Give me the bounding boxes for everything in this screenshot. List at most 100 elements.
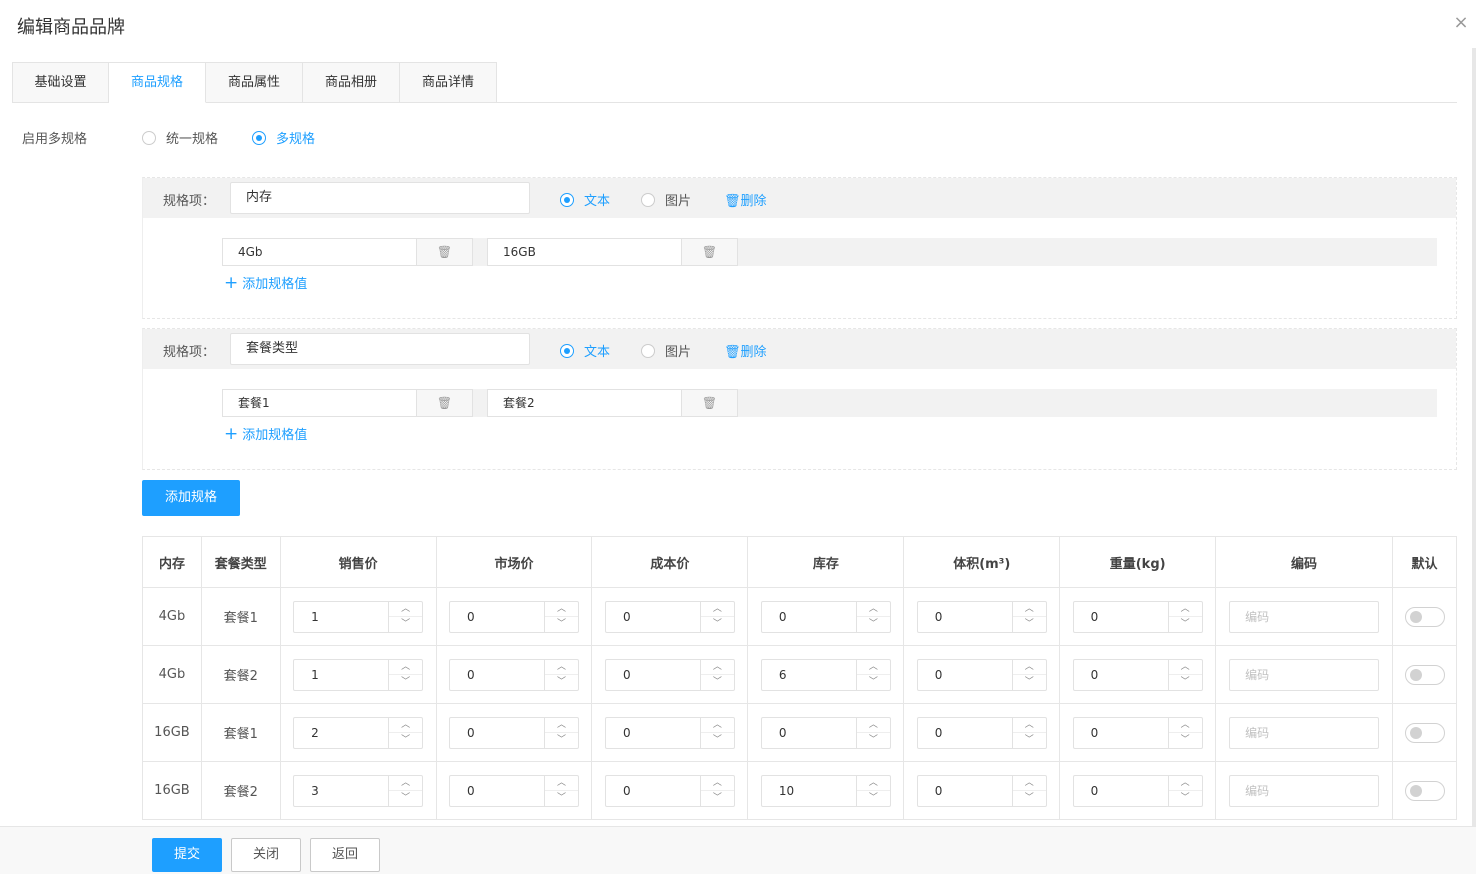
default-toggle[interactable] xyxy=(1404,664,1445,685)
chevron-down-icon[interactable]: ﹀ xyxy=(1013,675,1046,690)
delete-spec-link[interactable]: 🗑删除 xyxy=(724,190,767,209)
chevron-down-icon[interactable]: ﹀ xyxy=(701,791,734,806)
volume-input[interactable]: 0 ︿ ﹀ xyxy=(916,774,1047,807)
stock-input[interactable]: 0 ︿ ﹀ xyxy=(760,716,891,749)
tab-basic-settings[interactable]: 基础设置 xyxy=(12,62,109,103)
cost-price-input[interactable]: 0 ︿ ﹀ xyxy=(604,716,735,749)
spec-value-input[interactable]: 套餐1 xyxy=(222,389,417,417)
chevron-up-icon[interactable]: ︿ xyxy=(1168,602,1202,617)
chevron-up-icon[interactable]: ︿ xyxy=(389,776,423,791)
chevron-up-icon[interactable]: ︿ xyxy=(389,718,423,733)
chevron-up-icon[interactable]: ︿ xyxy=(389,660,423,675)
stock-input[interactable]: 10 ︿ ﹀ xyxy=(760,774,891,807)
chevron-up-icon[interactable]: ︿ xyxy=(1012,660,1046,675)
chevron-up-icon[interactable]: ︿ xyxy=(856,602,890,617)
spec-name-input[interactable]: 内存 xyxy=(230,182,530,214)
chevron-down-icon[interactable]: ﹀ xyxy=(857,675,890,690)
volume-input[interactable]: 0 ︿ ﹀ xyxy=(916,658,1047,691)
trash-icon[interactable]: 🗑 xyxy=(682,238,738,266)
chevron-down-icon[interactable]: ﹀ xyxy=(1013,617,1046,632)
chevron-down-icon[interactable]: ﹀ xyxy=(701,733,734,748)
volume-input[interactable]: 0 ︿ ﹀ xyxy=(916,600,1047,633)
chevron-down-icon[interactable]: ﹀ xyxy=(857,733,890,748)
chevron-up-icon[interactable]: ︿ xyxy=(545,776,579,791)
sale-price-input[interactable]: 1 ︿ ﹀ xyxy=(293,600,424,633)
weight-input[interactable]: 0 ︿ ﹀ xyxy=(1072,600,1203,633)
code-input[interactable]: 编码 xyxy=(1229,658,1380,691)
add-spec-value-link[interactable]: + 添加规格值 xyxy=(224,424,307,444)
chevron-up-icon[interactable]: ︿ xyxy=(545,660,579,675)
chevron-down-icon[interactable]: ﹀ xyxy=(545,675,578,690)
cost-price-input[interactable]: 0 ︿ ﹀ xyxy=(604,774,735,807)
chevron-down-icon[interactable]: ﹀ xyxy=(1013,791,1046,806)
chevron-up-icon[interactable]: ︿ xyxy=(856,718,890,733)
chevron-up-icon[interactable]: ︿ xyxy=(545,602,579,617)
chevron-down-icon[interactable]: ﹀ xyxy=(545,617,578,632)
radio-type-text[interactable]: 文本 xyxy=(560,190,610,209)
chevron-up-icon[interactable]: ︿ xyxy=(700,776,734,791)
chevron-down-icon[interactable]: ﹀ xyxy=(1169,617,1202,632)
volume-input[interactable]: 0 ︿ ﹀ xyxy=(916,716,1047,749)
chevron-down-icon[interactable]: ﹀ xyxy=(389,675,422,690)
sale-price-input[interactable]: 1 ︿ ﹀ xyxy=(293,658,424,691)
sale-price-input[interactable]: 2 ︿ ﹀ xyxy=(293,716,424,749)
radio-type-image[interactable]: 图片 xyxy=(641,190,691,209)
code-input[interactable]: 编码 xyxy=(1229,716,1380,749)
radio-unified-spec[interactable]: 统一规格 xyxy=(142,128,218,147)
weight-input[interactable]: 0 ︿ ﹀ xyxy=(1072,716,1203,749)
scrollbar[interactable] xyxy=(1472,48,1476,828)
chevron-down-icon[interactable]: ﹀ xyxy=(857,791,890,806)
spec-value-input[interactable]: 4Gb xyxy=(222,238,417,266)
spec-value-input[interactable]: 套餐2 xyxy=(487,389,682,417)
trash-icon[interactable]: 🗑 xyxy=(417,238,473,266)
chevron-up-icon[interactable]: ︿ xyxy=(545,718,579,733)
tab-product-specs[interactable]: 商品规格 xyxy=(109,62,206,103)
tab-product-attributes[interactable]: 商品属性 xyxy=(206,62,303,103)
close-icon[interactable]: × xyxy=(1452,14,1470,32)
default-toggle[interactable] xyxy=(1404,722,1445,743)
trash-icon[interactable]: 🗑 xyxy=(682,389,738,417)
chevron-up-icon[interactable]: ︿ xyxy=(1168,718,1202,733)
chevron-down-icon[interactable]: ﹀ xyxy=(1169,675,1202,690)
chevron-up-icon[interactable]: ︿ xyxy=(1168,660,1202,675)
chevron-up-icon[interactable]: ︿ xyxy=(1012,718,1046,733)
market-price-input[interactable]: 0 ︿ ﹀ xyxy=(449,774,580,807)
radio-type-image[interactable]: 图片 xyxy=(641,341,691,360)
chevron-up-icon[interactable]: ︿ xyxy=(700,718,734,733)
radio-type-text[interactable]: 文本 xyxy=(560,341,610,360)
chevron-up-icon[interactable]: ︿ xyxy=(1168,776,1202,791)
radio-multi-spec[interactable]: 多规格 xyxy=(252,128,315,147)
chevron-down-icon[interactable]: ﹀ xyxy=(389,617,422,632)
weight-input[interactable]: 0 ︿ ﹀ xyxy=(1072,774,1203,807)
chevron-down-icon[interactable]: ﹀ xyxy=(857,617,890,632)
delete-spec-link[interactable]: 🗑删除 xyxy=(724,341,767,360)
market-price-input[interactable]: 0 ︿ ﹀ xyxy=(449,658,580,691)
close-button[interactable]: 关闭 xyxy=(231,838,301,872)
stock-input[interactable]: 6 ︿ ﹀ xyxy=(760,658,891,691)
trash-icon[interactable]: 🗑 xyxy=(417,389,473,417)
stock-input[interactable]: 0 ︿ ﹀ xyxy=(760,600,891,633)
sale-price-input[interactable]: 3 ︿ ﹀ xyxy=(293,774,424,807)
chevron-up-icon[interactable]: ︿ xyxy=(700,660,734,675)
chevron-up-icon[interactable]: ︿ xyxy=(1012,602,1046,617)
submit-button[interactable]: 提交 xyxy=(152,838,222,872)
chevron-up-icon[interactable]: ︿ xyxy=(856,776,890,791)
chevron-up-icon[interactable]: ︿ xyxy=(389,602,423,617)
tab-product-album[interactable]: 商品相册 xyxy=(303,62,400,103)
chevron-down-icon[interactable]: ﹀ xyxy=(1169,733,1202,748)
back-button[interactable]: 返回 xyxy=(310,838,380,872)
spec-name-input[interactable]: 套餐类型 xyxy=(230,333,530,365)
code-input[interactable]: 编码 xyxy=(1229,600,1380,633)
chevron-up-icon[interactable]: ︿ xyxy=(856,660,890,675)
market-price-input[interactable]: 0 ︿ ﹀ xyxy=(449,716,580,749)
chevron-down-icon[interactable]: ﹀ xyxy=(389,791,422,806)
chevron-up-icon[interactable]: ︿ xyxy=(1012,776,1046,791)
chevron-down-icon[interactable]: ﹀ xyxy=(701,617,734,632)
tab-product-details[interactable]: 商品详情 xyxy=(400,62,497,103)
add-spec-value-link[interactable]: + 添加规格值 xyxy=(224,273,307,293)
chevron-down-icon[interactable]: ﹀ xyxy=(545,791,578,806)
cost-price-input[interactable]: 0 ︿ ﹀ xyxy=(604,658,735,691)
add-spec-button[interactable]: 添加规格 xyxy=(142,480,240,516)
chevron-down-icon[interactable]: ﹀ xyxy=(701,675,734,690)
weight-input[interactable]: 0 ︿ ﹀ xyxy=(1072,658,1203,691)
